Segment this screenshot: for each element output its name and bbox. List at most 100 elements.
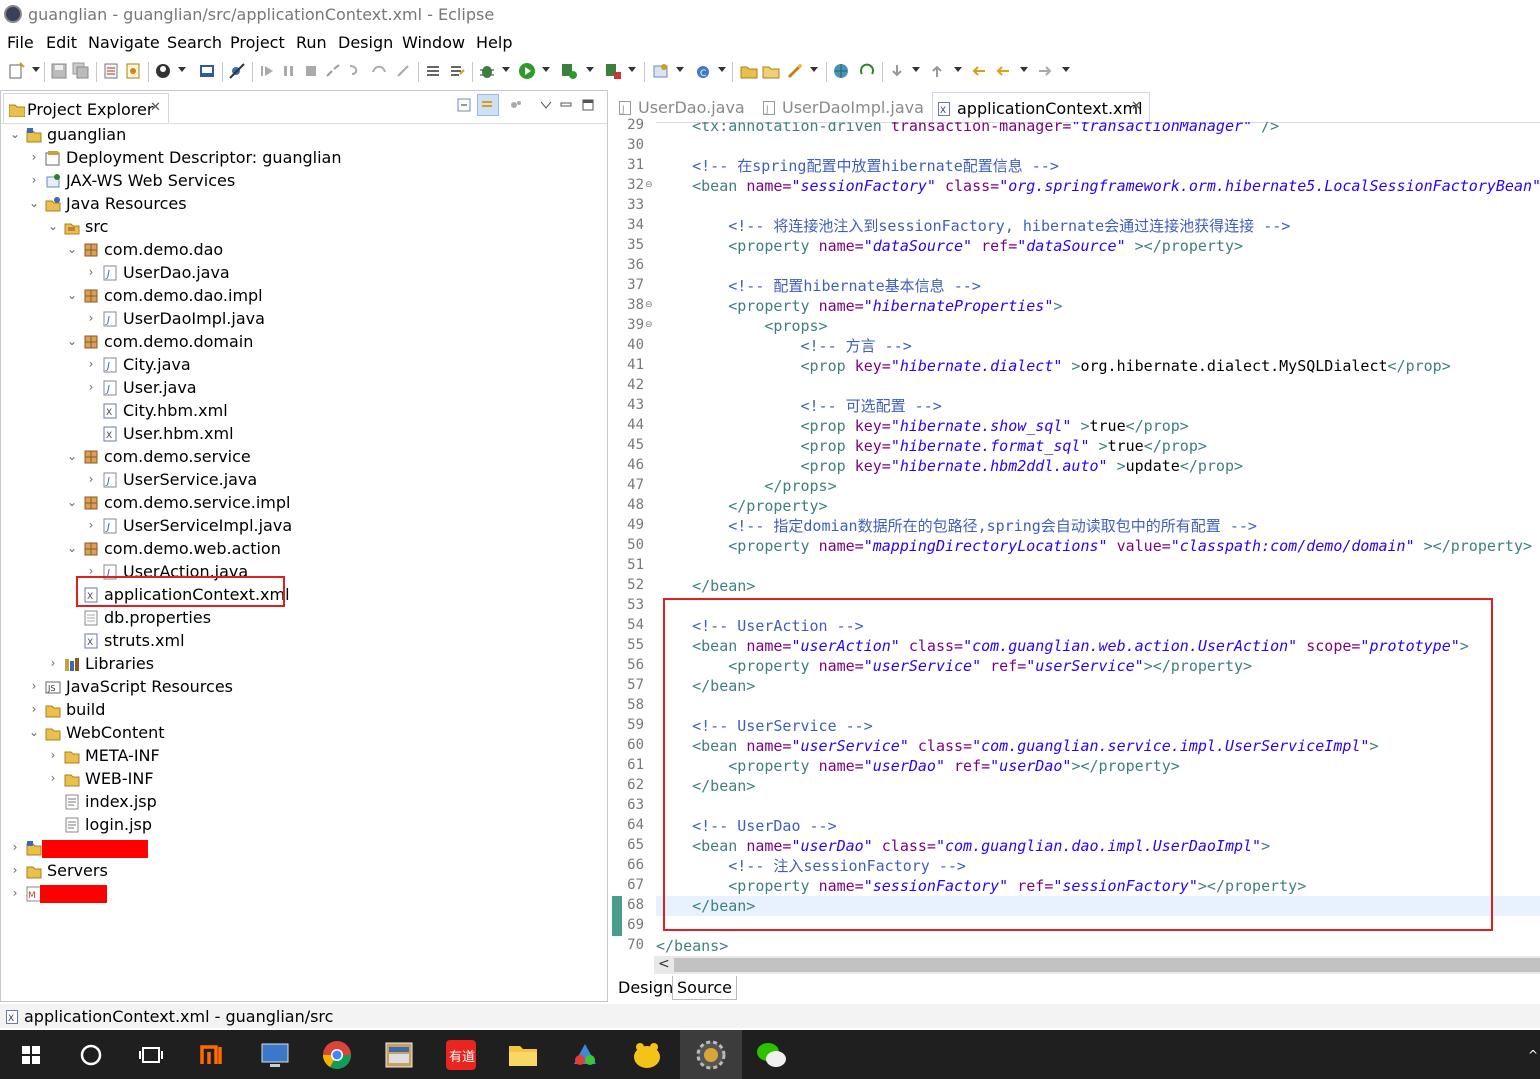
tab-project-explorer[interactable]: Project Explorer ✕: [3, 93, 169, 123]
suspend-icon[interactable]: [280, 62, 298, 80]
build-icon[interactable]: [102, 62, 120, 80]
code-line[interactable]: <!-- 指定domian数据所在的包路径,spring会自动读取包中的所有配置…: [656, 516, 1257, 536]
new-class-dropdown-icon[interactable]: [718, 67, 726, 72]
forward-icon[interactable]: [1036, 62, 1054, 80]
code-line[interactable]: <prop key="hibernate.format_sql" >true</…: [656, 436, 1206, 456]
code-line[interactable]: <property name="mappingDirectoryLocation…: [656, 536, 1532, 556]
wechat-icon[interactable]: [754, 1038, 788, 1072]
next-annotation-dropdown-icon[interactable]: [912, 67, 920, 72]
expand-arrow-icon[interactable]: ›: [28, 702, 40, 716]
expand-arrow-icon[interactable]: ›: [9, 840, 21, 854]
menu-run[interactable]: Run: [296, 33, 327, 52]
tree-item[interactable]: › Deployment Descriptor: guanglian: [1, 147, 601, 170]
search-dropdown-icon[interactable]: [810, 67, 818, 72]
collapse-arrow-icon[interactable]: ⌄: [28, 725, 40, 739]
step-into-icon[interactable]: [346, 62, 364, 80]
tree-item[interactable]: › J UserServiceImpl.java: [1, 515, 601, 538]
file-manager-app-icon[interactable]: [382, 1038, 416, 1072]
open-console-icon[interactable]: [424, 62, 442, 80]
debug-bug-dropdown-icon[interactable]: [502, 67, 510, 72]
external-tools-dropdown-icon[interactable]: [628, 67, 636, 72]
previous-annotation-icon[interactable]: [928, 62, 946, 80]
debug-bug-icon[interactable]: [478, 62, 496, 80]
run-server-icon[interactable]: [560, 62, 578, 80]
previous-annotation-dropdown-icon[interactable]: [954, 67, 962, 72]
new-icon[interactable]: [8, 62, 26, 80]
expand-arrow-icon[interactable]: ›: [85, 311, 97, 325]
menu-project[interactable]: Project: [230, 33, 285, 52]
open-type-icon[interactable]: [448, 62, 466, 80]
collapse-arrow-icon[interactable]: ⌄: [66, 449, 78, 463]
run-server-dropdown-icon[interactable]: [586, 67, 594, 72]
tree-item[interactable]: X City.hbm.xml: [1, 400, 601, 423]
fold-toggle-icon[interactable]: ⊖: [645, 320, 653, 330]
menu-search[interactable]: Search: [167, 33, 222, 52]
new-class-icon[interactable]: C: [694, 62, 712, 80]
youdao-icon[interactable]: 有道: [444, 1038, 478, 1072]
back-dropdown-icon[interactable]: [1020, 67, 1028, 72]
close-icon[interactable]: ✕: [1131, 99, 1142, 114]
filter-icon[interactable]: [509, 97, 523, 111]
tree-item[interactable]: › build: [1, 699, 601, 722]
expand-arrow-icon[interactable]: ›: [85, 518, 97, 532]
expand-arrow-icon[interactable]: ›: [9, 863, 21, 877]
forward-dropdown-icon[interactable]: [1062, 67, 1070, 72]
code-line[interactable]: <!-- 在spring配置中放置hibernate配置信息 -->: [656, 156, 1059, 176]
tree-item[interactable]: ⌄ com.demo.dao.impl: [1, 285, 601, 308]
chrome-icon[interactable]: [320, 1038, 354, 1072]
windows-start-icon[interactable]: [14, 1038, 48, 1072]
collapse-all-icon[interactable]: [457, 97, 471, 112]
tray-expand-icon[interactable]: ^: [1528, 1048, 1538, 1062]
terminal-icon[interactable]: [198, 62, 216, 80]
tree-item[interactable]: › J UserService.java: [1, 469, 601, 492]
code-line[interactable]: <!-- 方言 -->: [656, 336, 911, 356]
code-line[interactable]: <property name="dataSource" ref="dataSou…: [656, 236, 1243, 256]
collapse-arrow-icon[interactable]: ⌄: [66, 334, 78, 348]
menu-design[interactable]: Design: [338, 33, 393, 52]
collapse-arrow-icon[interactable]: ⌄: [9, 127, 21, 141]
paint-app-icon[interactable]: [568, 1038, 602, 1072]
code-line[interactable]: <!-- 配置hibernate基本信息 -->: [656, 276, 981, 296]
code-line[interactable]: </props>: [656, 476, 836, 496]
code-line[interactable]: <tx:annotation-driven transaction-manage…: [656, 122, 1279, 136]
publish-icon[interactable]: [124, 62, 142, 80]
xiaomi-icon[interactable]: [196, 1038, 230, 1072]
tree-item[interactable]: › WEB-INF: [1, 768, 601, 791]
fold-toggle-icon[interactable]: ⊖: [645, 180, 653, 190]
collapse-arrow-icon[interactable]: ⌄: [66, 288, 78, 302]
code-line[interactable]: <property name="hibernateProperties">: [656, 296, 1062, 316]
menu-help[interactable]: Help: [476, 33, 512, 52]
tree-item[interactable]: ⌄ com.demo.service: [1, 446, 601, 469]
expand-arrow-icon[interactable]: ›: [85, 265, 97, 279]
tree-item[interactable]: ⌄ com.demo.web.action: [1, 538, 601, 561]
code-line[interactable]: <!-- 可选配置 -->: [656, 396, 941, 416]
collapse-arrow-icon[interactable]: ⌄: [28, 196, 40, 210]
close-icon[interactable]: ✕: [150, 100, 161, 115]
open-folder-icon[interactable]: [740, 62, 758, 80]
expand-arrow-icon[interactable]: ›: [85, 472, 97, 486]
code-line[interactable]: </bean>: [656, 576, 755, 596]
tree-item[interactable]: › JAX-WS Web Services: [1, 170, 601, 193]
next-annotation-icon[interactable]: [888, 62, 906, 80]
tree-item[interactable]: ⌄ com.demo.service.impl: [1, 492, 601, 515]
tab-applicationcontext-xml[interactable]: X applicationContext.xml ✕: [932, 92, 1150, 122]
back-icon[interactable]: [994, 62, 1012, 80]
tab-design[interactable]: Design: [614, 976, 677, 1000]
task-view-icon[interactable]: [134, 1038, 168, 1072]
tree-item[interactable]: Xstruts.xml: [1, 630, 601, 653]
collapse-arrow-icon[interactable]: ⌄: [66, 541, 78, 555]
code-line[interactable]: <bean name="sessionFactory" class="org.s…: [656, 176, 1540, 196]
disconnect-icon[interactable]: [324, 62, 342, 80]
menu-edit[interactable]: Edit: [46, 33, 77, 52]
tree-item[interactable]: X User.hbm.xml: [1, 423, 601, 446]
expand-arrow-icon[interactable]: ›: [9, 886, 21, 900]
tree-item[interactable]: › J UserDaoImpl.java: [1, 308, 601, 331]
resume-icon[interactable]: [258, 62, 276, 80]
tree-item[interactable]: › J User.java: [1, 377, 601, 400]
expand-arrow-icon[interactable]: ›: [47, 771, 59, 785]
file-explorer-icon[interactable]: [506, 1038, 540, 1072]
tree-item[interactable]: db.properties: [1, 607, 601, 630]
tree-item[interactable]: › J UserDao.java: [1, 262, 601, 285]
tab-userdaoimpl-java[interactable]: J UserDaoImpl.java: [758, 92, 930, 122]
menu-window[interactable]: Window: [402, 33, 465, 52]
